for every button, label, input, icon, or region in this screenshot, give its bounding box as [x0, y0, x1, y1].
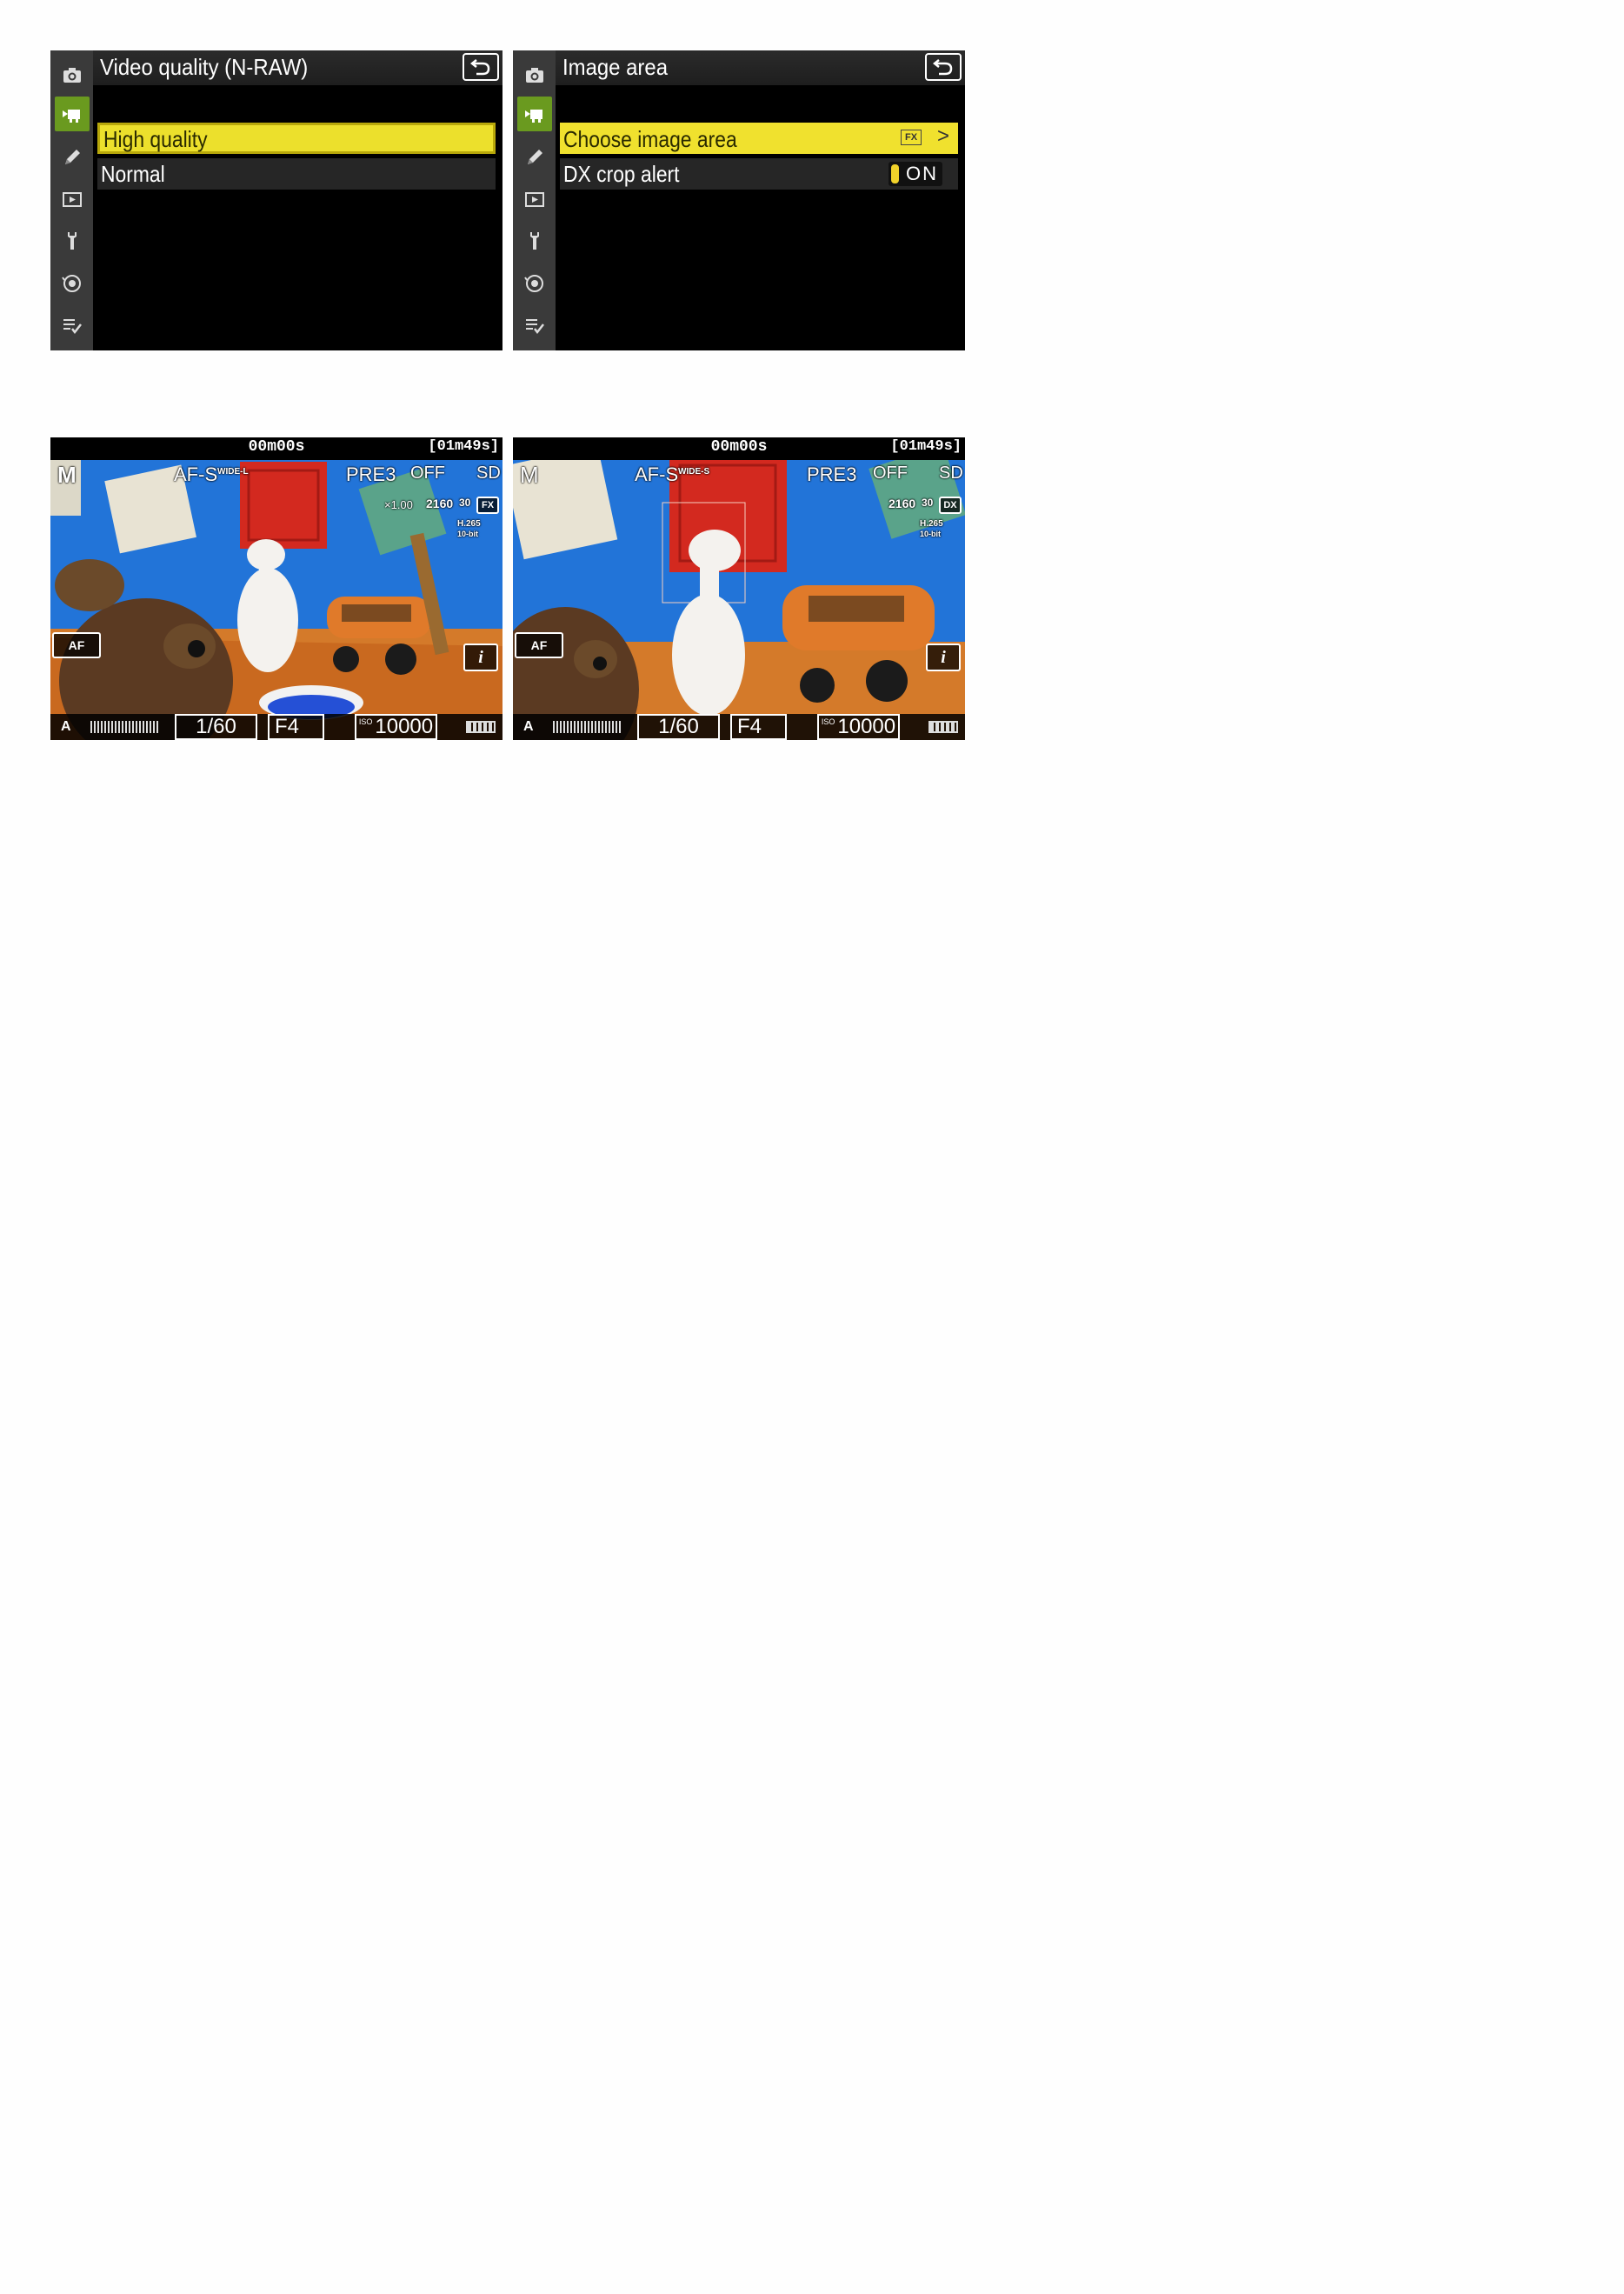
menu-sidebar: [513, 50, 556, 350]
pencil-icon[interactable]: [517, 140, 552, 175]
liveview-fx: 00m00s [01m49s] M AF-S WIDE-L PRE3 OFF S…: [50, 437, 503, 740]
page-title: Image area: [562, 54, 669, 80]
codec: H.265: [457, 519, 481, 529]
fx-badge: FX: [901, 130, 922, 145]
card-slot: SD: [476, 463, 501, 483]
top-status-bar: 00m00s [01m49s]: [50, 437, 503, 460]
shutter-speed[interactable]: 1/60: [637, 714, 720, 740]
pencil-icon[interactable]: [55, 140, 90, 175]
aperture[interactable]: F4: [268, 714, 324, 740]
option-label: High quality: [103, 126, 208, 152]
bottom-exposure-bar: A 1/60 F4 ISO 10000: [513, 714, 965, 740]
audio-mode: A: [61, 719, 71, 734]
info-button[interactable]: i: [926, 644, 961, 671]
option-label: Choose image area: [563, 126, 737, 152]
toggle-switch[interactable]: ON: [889, 162, 942, 186]
bit-depth: 10-bit: [457, 530, 479, 538]
option-dx-crop-alert[interactable]: DX crop alert ON: [560, 158, 958, 190]
frame-rate: 30: [459, 497, 471, 509]
image-area-menu: Image area Choose image area FX > DX cro…: [513, 50, 965, 350]
frame-size: 2160: [889, 497, 916, 510]
image-area-badge: DX: [939, 497, 962, 514]
back-button[interactable]: [463, 53, 499, 81]
aperture[interactable]: F4: [730, 714, 787, 740]
my-menu-icon[interactable]: [55, 308, 90, 343]
toggle-state: ON: [906, 163, 938, 184]
back-arrow-icon: [469, 59, 490, 76]
battery-icon: [928, 721, 958, 733]
iso-sensitivity[interactable]: ISO 10000: [817, 714, 900, 740]
network-icon[interactable]: [517, 266, 552, 301]
focus-mode: AF-S: [635, 463, 679, 485]
touch-af-button[interactable]: AF: [52, 632, 101, 658]
toggle-knob: [891, 164, 899, 183]
option-choose-image-area[interactable]: Choose image area FX >: [560, 123, 958, 154]
focus-mode: AF-S: [174, 463, 218, 485]
battery-icon: [466, 721, 496, 733]
top-status-bar: 00m00s [01m49s]: [513, 437, 965, 460]
wrench-icon[interactable]: [55, 223, 90, 258]
bottom-exposure-bar: A 1/60 F4 ISO 10000: [50, 714, 503, 740]
network-icon[interactable]: [55, 266, 90, 301]
video-quality-menu: Video quality (N-RAW) High quality Norma…: [50, 50, 503, 350]
info-button[interactable]: i: [463, 644, 498, 671]
card-slot: SD: [939, 463, 963, 483]
vr-status: OFF: [873, 463, 908, 483]
chevron-right-icon: >: [936, 124, 949, 148]
audio-level-meter: [553, 721, 622, 733]
audio-mode: A: [523, 719, 534, 734]
my-menu-icon[interactable]: [517, 308, 552, 343]
menu-titlebar: Image area: [556, 50, 965, 85]
menu-sidebar: [50, 50, 93, 350]
remaining-time: [01m49s]: [428, 438, 499, 455]
movie-icon[interactable]: [55, 97, 90, 131]
back-arrow-icon: [932, 59, 953, 76]
iso-label: ISO: [821, 717, 835, 726]
option-high-quality[interactable]: High quality: [97, 123, 496, 154]
playback-icon[interactable]: [55, 182, 90, 217]
image-area-badge: FX: [476, 497, 499, 514]
exposure-mode: M: [57, 462, 77, 488]
bit-depth: 10-bit: [920, 530, 942, 538]
option-label: Normal: [101, 161, 165, 187]
picture-control: PRE3: [807, 463, 857, 485]
iso-sensitivity[interactable]: ISO 10000: [355, 714, 437, 740]
touch-af-button[interactable]: AF: [515, 632, 563, 658]
frame-rate: 30: [922, 497, 934, 509]
remaining-time: [01m49s]: [890, 438, 962, 455]
camera-icon[interactable]: [55, 57, 90, 92]
page-title: Video quality (N-RAW): [100, 54, 309, 80]
exposure-mode: M: [520, 462, 539, 488]
zoom-level: ×1.00: [384, 498, 413, 511]
iso-value: 10000: [837, 715, 896, 738]
back-button[interactable]: [925, 53, 962, 81]
iso-label: ISO: [358, 717, 373, 726]
playback-icon[interactable]: [517, 182, 552, 217]
shutter-speed[interactable]: 1/60: [175, 714, 257, 740]
menu-titlebar: Video quality (N-RAW): [93, 50, 503, 85]
vr-status: OFF: [410, 463, 445, 483]
option-label: DX crop alert: [563, 161, 680, 187]
audio-level-meter: [90, 721, 160, 733]
af-area-mode: WIDE-S: [678, 467, 710, 477]
picture-control: PRE3: [346, 463, 396, 485]
liveview-dx: 00m00s [01m49s] M AF-S WIDE-S PRE3 OFF S…: [513, 437, 965, 740]
wrench-icon[interactable]: [517, 223, 552, 258]
option-normal[interactable]: Normal: [97, 158, 496, 190]
codec: H.265: [920, 519, 943, 529]
movie-icon[interactable]: [517, 97, 552, 131]
frame-size: 2160: [426, 497, 454, 510]
iso-value: 10000: [375, 715, 434, 738]
camera-icon[interactable]: [517, 57, 552, 92]
af-area-mode: WIDE-L: [217, 467, 249, 477]
